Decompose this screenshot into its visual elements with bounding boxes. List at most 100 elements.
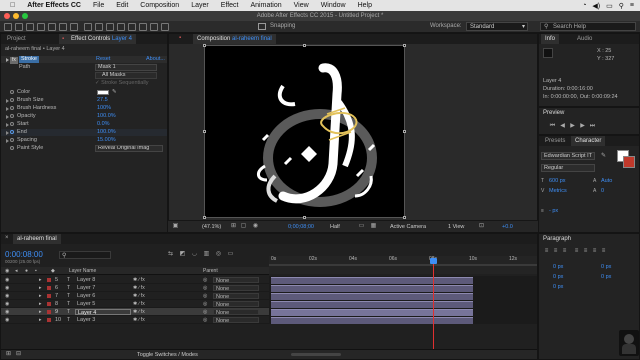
menu-edit[interactable]: Edit bbox=[110, 2, 134, 9]
justify-center-icon[interactable]: ≡ bbox=[582, 248, 589, 255]
resolution-select[interactable]: Half bbox=[330, 224, 340, 230]
always-preview-icon[interactable]: ▣ bbox=[172, 223, 179, 230]
justify-all-icon[interactable]: ≡ bbox=[600, 248, 607, 255]
stopwatch-icon[interactable] bbox=[10, 138, 14, 142]
home-tool-icon[interactable] bbox=[4, 23, 12, 31]
region-of-interest-icon[interactable]: ▭ bbox=[358, 223, 365, 230]
mask-visibility-icon[interactable]: ▢ bbox=[240, 223, 247, 230]
tab-timeline[interactable]: al-raheem final bbox=[13, 234, 61, 244]
shy-layers-icon[interactable]: ◡ bbox=[191, 251, 198, 258]
draft-3d-icon[interactable]: ◩ bbox=[179, 251, 186, 258]
layer-name[interactable]: Layer 6 bbox=[77, 292, 95, 300]
parent-pickwhip-icon[interactable]: ◎ bbox=[203, 316, 207, 324]
pen-tool-icon[interactable] bbox=[95, 23, 103, 31]
reset-link[interactable]: Reset bbox=[96, 56, 110, 63]
space-before-value[interactable]: 0 px bbox=[553, 274, 563, 280]
tab-project[interactable]: Project bbox=[3, 34, 30, 44]
app-menu[interactable]: After Effects CC bbox=[21, 2, 87, 9]
expand-triangle-icon[interactable]: ▸ bbox=[39, 308, 42, 316]
exposure-value[interactable]: +0.0 bbox=[502, 224, 513, 230]
pixel-aspect-icon[interactable]: ⊡ bbox=[478, 223, 485, 230]
prop-opacity-value[interactable]: 100.0% bbox=[97, 113, 116, 120]
minimize-window-button[interactable] bbox=[13, 13, 19, 19]
leading-value[interactable]: Auto bbox=[601, 178, 612, 184]
composition-canvas[interactable] bbox=[203, 44, 406, 219]
roto-brush-tool-icon[interactable] bbox=[150, 23, 158, 31]
expand-triangle-icon[interactable] bbox=[6, 123, 9, 127]
expand-triangle-icon[interactable]: ▸ bbox=[39, 316, 42, 324]
column-layer-name[interactable]: Layer Name bbox=[69, 268, 96, 274]
expand-triangle-icon[interactable]: ▸ bbox=[39, 300, 42, 308]
hand-tool-icon[interactable] bbox=[26, 23, 34, 31]
expand-layer-switches-icon[interactable]: ⊞ bbox=[5, 351, 12, 358]
kerning-value[interactable]: Metrics bbox=[549, 188, 567, 194]
volume-icon[interactable]: ◀) bbox=[592, 2, 600, 10]
switches-icon[interactable]: ✱ ∕ fx bbox=[133, 292, 145, 300]
lock-icon[interactable]: ▪ bbox=[179, 35, 181, 41]
eyedropper-icon[interactable]: ✎ bbox=[112, 89, 117, 96]
switches-icon[interactable]: ✱ ∕ fx bbox=[133, 284, 145, 292]
layer-row[interactable]: ◉ ▸ 10 T Layer 3 ✱ ∕ fx ◎ None bbox=[1, 316, 269, 324]
expand-triangle-icon[interactable] bbox=[6, 107, 9, 111]
menu-layer[interactable]: Layer bbox=[185, 2, 215, 9]
prop-end-value[interactable]: 100.0% bbox=[97, 129, 116, 136]
expand-triangle-icon[interactable] bbox=[6, 131, 9, 135]
playhead-handle[interactable] bbox=[430, 258, 437, 264]
stroke-seq-checkbox[interactable]: ✓ Stroke Sequentially bbox=[95, 80, 149, 87]
eye-icon[interactable]: ◉ bbox=[5, 292, 9, 300]
menu-animation[interactable]: Animation bbox=[245, 2, 288, 9]
tab-audio[interactable]: Audio bbox=[573, 34, 596, 44]
about-link[interactable]: About... bbox=[146, 56, 165, 63]
graph-editor-icon[interactable]: ▭ bbox=[227, 251, 234, 258]
transparency-grid-icon[interactable]: ▦ bbox=[370, 223, 377, 230]
layer-row-selected[interactable]: ◉ ▸ 9 T Layer 4 ✱ ∕ fx ◎ None bbox=[1, 308, 269, 316]
comp-mini-flowchart-icon[interactable]: ⇆ bbox=[167, 251, 174, 258]
search-help-input[interactable]: ⚲ Search Help bbox=[540, 22, 636, 31]
eye-icon[interactable]: ◉ bbox=[5, 276, 9, 284]
parent-select[interactable]: None bbox=[213, 277, 259, 284]
label-color[interactable] bbox=[47, 278, 51, 282]
parent-pickwhip-icon[interactable]: ◎ bbox=[203, 300, 207, 308]
time-ruler[interactable]: 0s 02s 04s 06s 08s 10s 12s bbox=[269, 256, 537, 274]
layer-row[interactable]: ◉ ▸ 7 T Layer 6 ✱ ∕ fx ◎ None bbox=[1, 292, 269, 300]
stopwatch-icon[interactable] bbox=[10, 122, 14, 126]
type-tool-icon[interactable] bbox=[106, 23, 114, 31]
label-color[interactable] bbox=[47, 286, 51, 290]
space-after-value[interactable]: 0 px bbox=[601, 274, 611, 280]
menu-view[interactable]: View bbox=[288, 2, 315, 9]
layer-duration-bar[interactable] bbox=[271, 293, 473, 300]
toggle-switches-modes-button[interactable]: Toggle Switches / Modes bbox=[137, 352, 198, 358]
zoom-value[interactable]: (47.1%) bbox=[202, 224, 221, 230]
stopwatch-icon[interactable] bbox=[10, 90, 14, 94]
stopwatch-icon[interactable] bbox=[10, 106, 14, 110]
label-color[interactable] bbox=[47, 310, 51, 314]
expand-triangle-icon[interactable] bbox=[6, 99, 9, 103]
layer-row[interactable]: ◉ ▸ 6 T Layer 7 ✱ ∕ fx ◎ None bbox=[1, 284, 269, 292]
motion-blur-icon[interactable]: ◎ bbox=[215, 251, 222, 258]
parent-pickwhip-icon[interactable]: ◎ bbox=[203, 284, 207, 292]
layer-name[interactable]: Layer 7 bbox=[77, 284, 95, 292]
prop-spacing-value[interactable]: 15.00% bbox=[97, 137, 116, 144]
expand-transfer-controls-icon[interactable]: ⊟ bbox=[15, 351, 22, 358]
pan-behind-tool-icon[interactable] bbox=[70, 23, 78, 31]
layer-duration-bar[interactable] bbox=[271, 301, 473, 308]
zoom-slider[interactable] bbox=[291, 353, 341, 356]
switches-icon[interactable]: ✱ ∕ fx bbox=[133, 308, 145, 316]
snapshot-icon[interactable]: ◉ bbox=[252, 223, 259, 230]
expand-triangle-icon[interactable]: ▸ bbox=[39, 284, 42, 292]
menu-effect[interactable]: Effect bbox=[215, 2, 245, 9]
zoom-window-button[interactable] bbox=[22, 13, 28, 19]
effect-stroke-row[interactable]: fx Stroke Reset About... bbox=[1, 56, 167, 64]
expand-triangle-icon[interactable] bbox=[6, 139, 9, 143]
comp-timecode[interactable]: 0;00;08;00 bbox=[288, 224, 314, 230]
layer-row[interactable]: ◉ ▸ 5 T Layer 8 ✱ ∕ fx ◎ None bbox=[1, 276, 269, 284]
spotlight-icon[interactable]: ⚲ bbox=[619, 2, 624, 10]
tab-composition[interactable]: Composition al-raheem final bbox=[193, 34, 276, 44]
column-parent[interactable]: Parent bbox=[203, 268, 218, 274]
parent-select[interactable]: None bbox=[213, 317, 259, 324]
layer-duration-bar[interactable] bbox=[271, 285, 473, 292]
puppet-tool-icon[interactable] bbox=[161, 23, 169, 31]
expand-triangle-icon[interactable]: ▸ bbox=[39, 292, 42, 300]
parent-select[interactable]: None bbox=[213, 285, 259, 292]
path-select[interactable]: Mask 1 bbox=[95, 64, 157, 71]
